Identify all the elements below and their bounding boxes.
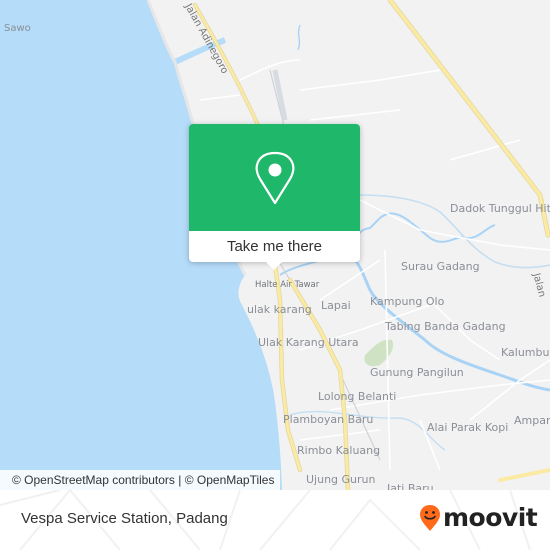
river (297, 24, 301, 51)
map[interactable]: Sawo Jalan Adinegoro Dadok Tunggul Hitam… (0, 0, 550, 490)
take-me-there-button[interactable]: Take me there (189, 231, 360, 262)
map-pin-icon (255, 151, 294, 204)
map-label-surau-gadang: Surau Gadang (401, 260, 480, 273)
map-label-lolong-belanti: Lolong Belanti (318, 390, 397, 403)
park (364, 339, 394, 367)
map-label-sawo: Sawo (4, 23, 31, 34)
moovit-wordmark: moovit (443, 503, 538, 532)
map-label-ulak-karang: ulak karang (247, 303, 312, 316)
map-label-ujung-gurun: Ujung Gurun (306, 473, 376, 486)
map-label-lapai: Lapai (321, 299, 351, 312)
map-label-ampang: Ampang (514, 414, 550, 427)
map-label-alai-parak-kopi: Alai Parak Kopi (427, 421, 509, 434)
map-label-rimbo-kaluang: Rimbo Kaluang (297, 444, 381, 457)
footer: Vespa Service Station, Padang moovit (0, 490, 550, 550)
location-popup[interactable]: Take me there (189, 124, 360, 270)
map-label-kampung-olo: Kampung Olo (370, 295, 445, 308)
moovit-smiley-pin-icon (420, 504, 440, 531)
map-label-dadok-tunggul-hitam: Dadok Tunggul Hitam (450, 202, 550, 215)
map-attribution[interactable]: © OpenStreetMap contributors | © OpenMap… (0, 470, 281, 490)
map-label-halte-air-tawar: Halte Air Tawar (255, 280, 320, 290)
place-name: Vespa Service Station, Padang (21, 510, 228, 527)
map-label-tabing-banda-gadang: Tabing Banda Gadang (385, 320, 506, 333)
popup-pointer (265, 261, 283, 270)
map-label-ulak-karang-utara: Ulak Karang Utara (258, 336, 359, 349)
moovit-logo[interactable]: moovit (419, 503, 538, 532)
map-label-jati-baru: Jati Baru (387, 482, 434, 490)
popup-header (189, 124, 360, 231)
map-label-gunung-pangilun: Gunung Pangilun (370, 366, 464, 379)
map-label-plamboyan-baru: Plamboyan Baru (283, 413, 374, 426)
map-label-kalumbuk: Kalumbuk (501, 346, 550, 359)
